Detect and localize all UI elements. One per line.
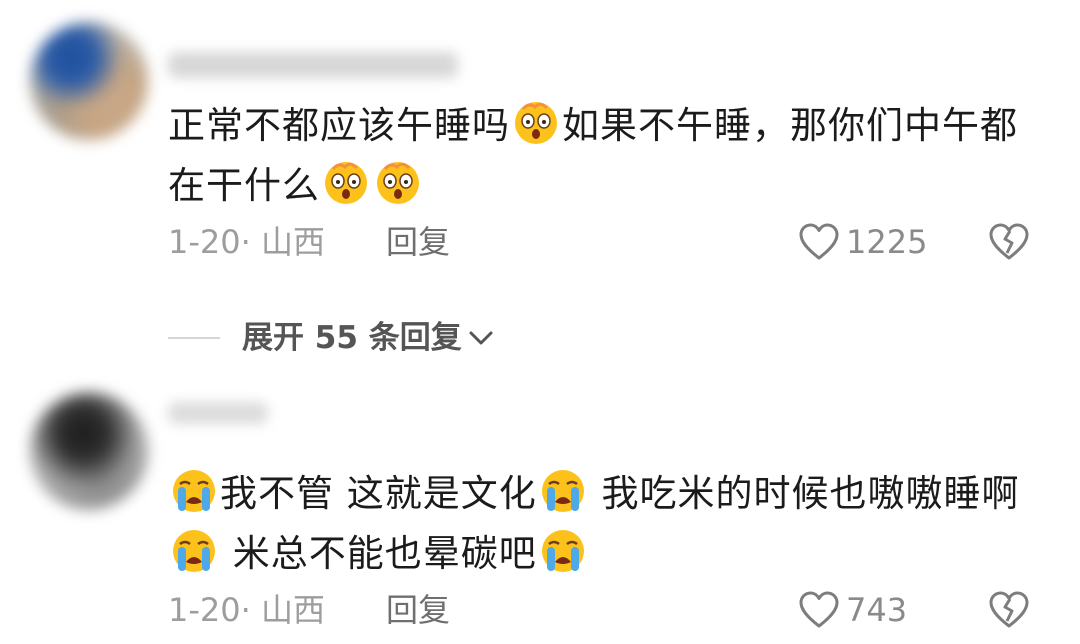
astonished-face-emoji <box>513 100 559 146</box>
broken-heart-icon <box>989 591 1029 628</box>
like-count: 1225 <box>846 223 928 261</box>
comment-text: 我不管 这就是文化 我吃米的时候也嗷嗷睡啊 米总不能也晕碳吧 <box>168 464 1028 584</box>
dislike-button[interactable] <box>988 590 1030 634</box>
like-button[interactable]: 1225 <box>798 220 927 264</box>
expand-replies-button[interactable]: 展开 55 条回复 <box>168 318 494 358</box>
comment-text-part: 正常不都应该午睡吗 <box>168 104 510 147</box>
astonished-face-emoji <box>323 160 369 206</box>
reply-button[interactable]: 回复 <box>386 220 450 264</box>
avatar[interactable] <box>30 22 148 140</box>
loudly-crying-face-emoji <box>171 528 217 574</box>
loudly-crying-face-emoji <box>540 528 586 574</box>
date-location: 1-20· 山西 <box>168 223 325 261</box>
broken-heart-icon <box>989 223 1029 260</box>
avatar[interactable] <box>30 392 148 510</box>
username-blurred[interactable] <box>168 52 458 78</box>
reply-button[interactable]: 回复 <box>386 588 450 632</box>
dislike-button[interactable] <box>988 222 1030 266</box>
like-button[interactable]: 743 <box>798 588 907 632</box>
chevron-down-icon <box>469 331 493 345</box>
expand-replies-label: 展开 55 条回复 <box>242 320 462 356</box>
comment-text-part: 我不管 这就是文化 <box>220 472 537 515</box>
username-blurred[interactable] <box>168 402 268 424</box>
divider-line <box>168 337 220 339</box>
comment-list: 正常不都应该午睡吗 如果不午睡，那你们中午都在干什么 1-20· 山西 回复 12… <box>0 0 1080 644</box>
date-location: 1-20· 山西 <box>168 591 325 629</box>
comment-text-part: 米总不能也晕碳吧 <box>220 532 537 575</box>
heart-outline-icon <box>799 223 839 260</box>
heart-outline-icon <box>799 591 839 628</box>
like-count: 743 <box>846 591 908 629</box>
comment-text-part: 我吃米的时候也嗷嗷睡啊 <box>588 472 1020 515</box>
comment-meta: 1-20· 山西 回复 743 <box>168 588 1080 632</box>
comment-text: 正常不都应该午睡吗 如果不午睡，那你们中午都在干什么 <box>168 96 1028 216</box>
comment-meta: 1-20· 山西 回复 1225 <box>168 220 1080 264</box>
loudly-crying-face-emoji <box>540 468 586 514</box>
loudly-crying-face-emoji <box>171 468 217 514</box>
astonished-face-emoji <box>375 160 421 206</box>
